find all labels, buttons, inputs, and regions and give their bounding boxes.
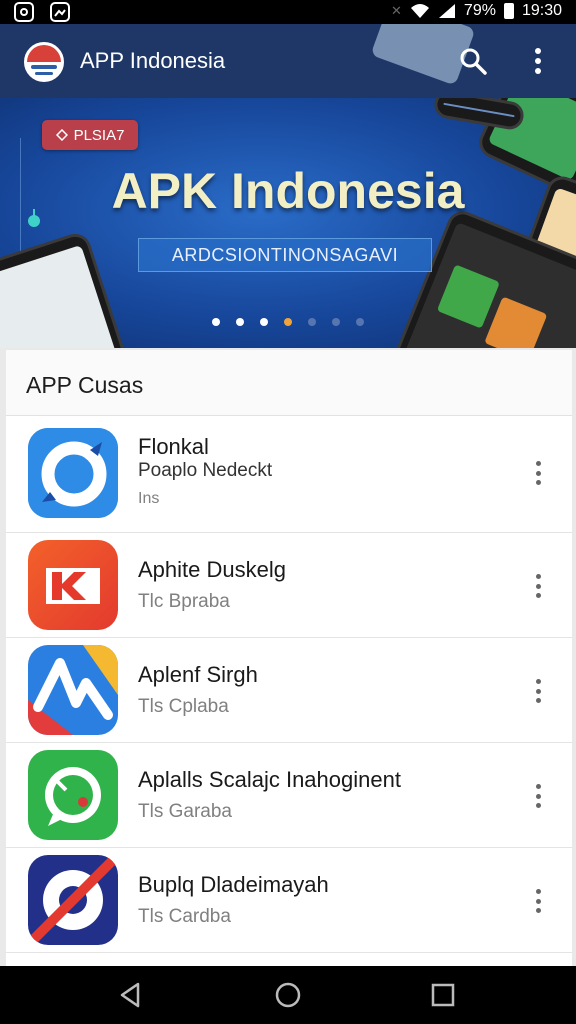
list-item[interactable]: Aphite Duskelg Tlc Bpraba: [6, 533, 572, 638]
more-vert-icon[interactable]: [530, 458, 546, 488]
list-header: APP Cusas: [6, 350, 572, 416]
carousel-dot[interactable]: [236, 318, 244, 326]
app-title: Aplenf Sirgh: [138, 662, 258, 687]
mute-icon: ✕: [391, 3, 402, 18]
carousel-dot[interactable]: [308, 318, 316, 326]
search-icon[interactable]: [458, 46, 488, 76]
battery-icon: [503, 3, 514, 19]
app-list-panel: APP Cusas Flonkal Poaplo Nedeckt Ins Aph…: [6, 350, 572, 966]
banner-subtitle: ARDCSIONTINONSAGAVI: [138, 238, 432, 272]
app-meta: Ins: [138, 490, 160, 507]
list-item[interactable]: Buplq Dladeimayah Tls Cardba: [6, 848, 572, 953]
carousel-dot[interactable]: [332, 318, 340, 326]
list-item[interactable]: Flonkal Poaplo Nedeckt Ins: [6, 416, 572, 533]
app-title: Flonkal: [138, 434, 209, 459]
list-item[interactable]: Aplenf Sirgh Tls Cplaba: [6, 638, 572, 743]
wave-icon: [28, 645, 118, 735]
decorative-phone-top: [432, 98, 526, 132]
app-meta: Tls Garaba: [138, 801, 232, 822]
more-vert-icon[interactable]: [526, 46, 550, 76]
home-icon[interactable]: [273, 980, 303, 1010]
sim-icon: [14, 2, 34, 22]
no-entry-disc-icon: [28, 855, 118, 945]
gallery-icon: [50, 2, 70, 22]
more-vert-icon[interactable]: [530, 886, 546, 916]
app-title: Buplq Dladeimayah: [138, 872, 329, 897]
signal-icon: [438, 4, 455, 18]
more-vert-icon[interactable]: [530, 781, 546, 811]
app-meta: Tls Cplaba: [138, 696, 229, 717]
wifi-icon: [410, 4, 429, 18]
status-bar: ✕ 79% 19:30: [0, 0, 576, 24]
app-meta: Tls Cardba: [138, 906, 231, 927]
blue-ring-icon: [28, 428, 118, 518]
carousel-dot-active[interactable]: [284, 318, 292, 326]
app-bar: APP Indonesia: [0, 24, 576, 98]
carousel-dot[interactable]: [212, 318, 220, 326]
app-title: Aphite Duskelg: [138, 557, 286, 582]
app-title: APP Indonesia: [80, 48, 226, 73]
list-item[interactable]: Aplalls Scalajc Inahoginent Tls Garaba: [6, 743, 572, 848]
promo-banner[interactable]: PLSIA7 APK Indonesia ARDCSIONTINONSAGAVI: [0, 98, 576, 348]
carousel-dot[interactable]: [356, 318, 364, 326]
carousel-indicator[interactable]: [0, 318, 576, 326]
navigation-bar: [0, 966, 576, 1024]
tag-icon: [55, 129, 68, 141]
orange-k-icon: [28, 540, 118, 630]
more-vert-icon[interactable]: [530, 676, 546, 706]
app-subtitle: Poaplo Nedeckt: [138, 460, 273, 481]
recents-icon[interactable]: [428, 980, 458, 1010]
battery-percent: 79%: [463, 2, 496, 19]
more-vert-icon[interactable]: [530, 571, 546, 601]
chat-bubble-icon: [28, 750, 118, 840]
banner-title: APK Indonesia: [111, 163, 465, 219]
app-meta: Tlc Bpraba: [138, 591, 230, 612]
banner-badge-text: PLSIA7: [73, 126, 125, 144]
clock: 19:30: [521, 2, 562, 19]
app-logo-icon[interactable]: [24, 42, 64, 82]
app-title: Aplalls Scalajc Inahoginent: [138, 767, 401, 792]
carousel-dot[interactable]: [260, 318, 268, 326]
banner-badge: PLSIA7: [42, 120, 138, 150]
back-icon[interactable]: [116, 980, 146, 1010]
